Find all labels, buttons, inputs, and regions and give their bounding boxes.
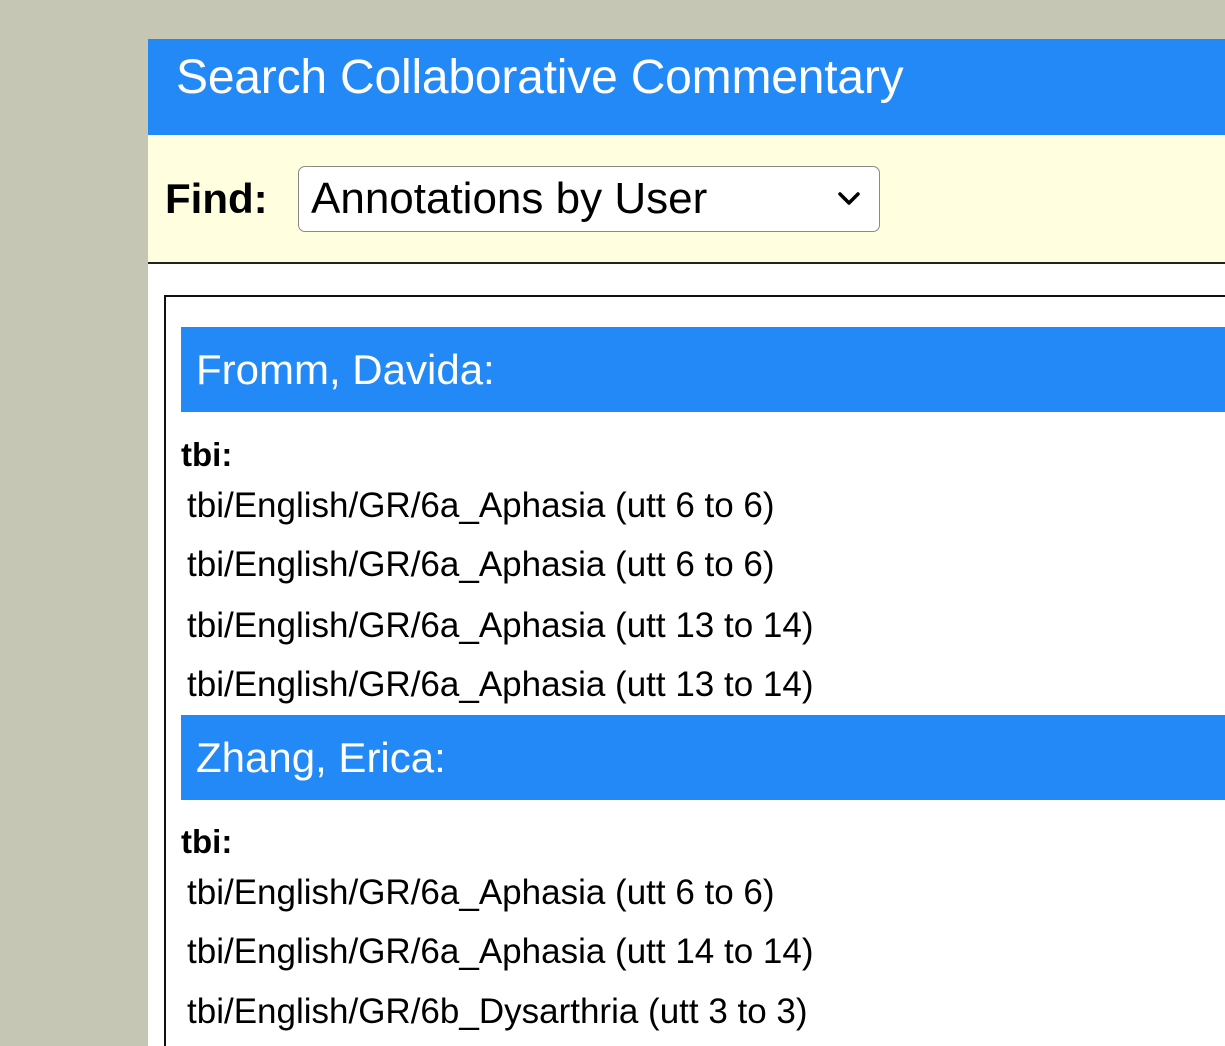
search-panel: Search Collaborative Commentary Find: An…: [148, 39, 1225, 1046]
find-bar: Find: Annotations by User: [148, 135, 1225, 264]
user-header: Fromm, Davida:: [181, 327, 1225, 412]
user-header: Zhang, Erica:: [181, 715, 1225, 800]
find-select-value: Annotations by User: [311, 174, 708, 223]
annotation-link[interactable]: tbi/English/GR/6a_Aphasia (utt 6 to 6): [187, 875, 775, 910]
annotation-link[interactable]: tbi/English/GR/6b_Dysarthria (utt 3 to 3…: [187, 994, 808, 1029]
annotation-link[interactable]: tbi/English/GR/6a_Aphasia (utt 14 to 14): [187, 934, 813, 969]
find-label: Find:: [165, 175, 268, 222]
user-name: Fromm, Davida:: [196, 345, 495, 393]
annotation-link[interactable]: tbi/English/GR/6a_Aphasia (utt 13 to 14): [187, 608, 813, 643]
annotation-link[interactable]: tbi/English/GR/6a_Aphasia (utt 6 to 6): [187, 547, 775, 582]
corpus-label: tbi:: [181, 823, 233, 860]
annotation-link[interactable]: tbi/English/GR/6a_Aphasia (utt 13 to 14): [187, 667, 813, 702]
corpus-label: tbi:: [181, 436, 233, 473]
results-box: Fromm, Davida: tbi: tbi/English/GR/6a_Ap…: [164, 295, 1225, 1046]
annotation-link[interactable]: tbi/English/GR/6a_Aphasia (utt 6 to 6): [187, 488, 775, 523]
chevron-down-icon: [838, 192, 860, 205]
page-title: Search Collaborative Commentary: [176, 51, 904, 104]
header-bar: Search Collaborative Commentary: [148, 39, 1225, 135]
user-name: Zhang, Erica:: [196, 733, 446, 781]
find-select[interactable]: Annotations by User: [298, 166, 880, 232]
